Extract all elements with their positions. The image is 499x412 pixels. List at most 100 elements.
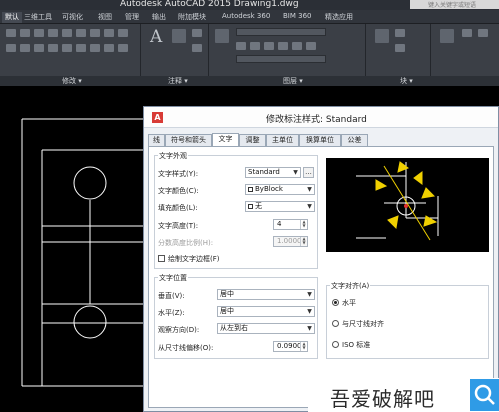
match-properties-icon[interactable] <box>462 29 472 37</box>
mirror-tool-icon[interactable] <box>76 29 86 37</box>
view-direction-value: 从左到右 <box>220 324 248 332</box>
ribbon-tab-manage[interactable]: 管理 <box>125 12 139 23</box>
rotate-tool-icon[interactable] <box>20 29 30 37</box>
stretch-tool-icon[interactable] <box>118 29 128 37</box>
offset-spinner[interactable]: 0.0900 ▲ ▼ <box>273 341 308 352</box>
ribbon-tab-autodesk360[interactable]: Autodesk 360 <box>222 12 270 23</box>
array-tool-icon[interactable] <box>20 44 30 52</box>
align-iso-radio[interactable] <box>332 341 339 348</box>
offset-label: 从尺寸线偏移(O): <box>158 344 214 352</box>
create-block-icon[interactable] <box>395 29 405 37</box>
horizontal-dropdown[interactable]: 居中 ▼ <box>217 306 315 317</box>
tab-alternate-units[interactable]: 换算单位 <box>299 134 341 146</box>
tab-symbols-arrows[interactable]: 符号和箭头 <box>165 134 212 146</box>
layer-current-icon[interactable] <box>306 42 316 50</box>
text-height-spinner[interactable]: 4 ▲ ▼ <box>273 219 308 230</box>
chamfer-tool-icon[interactable] <box>90 44 100 52</box>
search-box[interactable]: 键入关键字或短语 <box>410 0 499 9</box>
extend-tool-icon[interactable] <box>48 44 58 52</box>
fill-color-dropdown[interactable]: 无 ▼ <box>245 201 315 212</box>
fraction-height-scale-label: 分数高度比例(H): <box>158 239 214 247</box>
text-style-browse-button[interactable]: ... <box>303 167 314 178</box>
spinner-arrows-icon[interactable]: ▲ ▼ <box>300 220 307 229</box>
tab-fit[interactable]: 调整 <box>239 134 266 146</box>
dimension-tool-icon[interactable] <box>172 29 186 43</box>
ribbon-tab-featured-apps[interactable]: 精选应用 <box>325 12 353 23</box>
layer-dropdown[interactable] <box>236 28 326 36</box>
leader-tool-icon[interactable] <box>192 29 202 37</box>
break-tool-icon[interactable] <box>62 44 72 52</box>
align-tool-icon[interactable] <box>118 44 128 52</box>
align-horizontal-radio[interactable] <box>332 299 339 306</box>
dimension-preview <box>326 158 489 252</box>
draw-frame-checkbox[interactable] <box>158 255 165 262</box>
text-color-label: 文字颜色(C): <box>158 187 199 195</box>
layer-properties-icon[interactable] <box>215 29 229 43</box>
offset-tool-icon[interactable] <box>34 44 44 52</box>
autocad-window: Autodesk AutoCAD 2015 Drawing1.dwg 键入关键字… <box>0 0 499 412</box>
ribbon-panel-labels: 修改 ▾ 注释 ▾ 图层 ▾ 块 ▾ <box>0 76 499 86</box>
insert-block-icon[interactable] <box>375 29 389 43</box>
ribbon-tab-output[interactable]: 输出 <box>152 12 166 23</box>
panel-label-layers[interactable]: 图层 ▾ <box>283 76 303 86</box>
panel-label-modify[interactable]: 修改 ▾ <box>62 76 82 86</box>
erase-tool-icon[interactable] <box>48 29 58 37</box>
spinner-arrows-icon[interactable]: ▲ ▼ <box>300 237 307 246</box>
text-color-dropdown[interactable]: ByBlock ▼ <box>245 184 315 195</box>
vertical-value: 居中 <box>220 290 234 298</box>
scale-tool-icon[interactable] <box>6 44 16 52</box>
chevron-down-icon: ▼ <box>307 186 312 193</box>
text-height-label: 文字高度(T): <box>158 222 199 230</box>
ribbon-tab-view[interactable]: 视图 <box>98 12 112 23</box>
chevron-down-icon: ▼ <box>307 308 312 315</box>
layer-freeze-icon[interactable] <box>264 42 274 50</box>
ribbon-tab-home[interactable]: 默认 <box>2 12 22 23</box>
copy-tool-icon[interactable] <box>62 29 72 37</box>
move-tool-icon[interactable] <box>6 29 16 37</box>
panel-label-annotation[interactable]: 注释 ▾ <box>168 76 188 86</box>
vertical-dropdown[interactable]: 居中 ▼ <box>217 289 315 300</box>
tab-lines[interactable]: 线 <box>148 134 165 146</box>
group-icon[interactable] <box>478 29 488 37</box>
fraction-height-scale-value: 1.0000 <box>277 237 302 245</box>
ribbon-tab-bim360[interactable]: BIM 360 <box>283 12 312 23</box>
layer-lock-icon[interactable] <box>278 42 288 50</box>
dialog-title: 修改标注样式: Standard <box>266 115 367 125</box>
ribbon-tab-visualize[interactable]: 可视化 <box>62 12 83 23</box>
layer-isolate-icon[interactable] <box>250 42 260 50</box>
text-tool-icon[interactable]: A <box>150 27 162 47</box>
join-tool-icon[interactable] <box>76 44 86 52</box>
view-direction-dropdown[interactable]: 从左到右 ▼ <box>217 323 315 334</box>
tab-tolerances[interactable]: 公差 <box>341 134 368 146</box>
tab-primary-units[interactable]: 主单位 <box>266 134 299 146</box>
dialog-title-bar[interactable]: A 修改标注样式: Standard <box>144 107 498 128</box>
ribbon-panel-area: A <box>0 24 499 76</box>
drawing-circle <box>73 305 107 339</box>
fraction-height-scale-spinner[interactable]: 1.0000 ▲ ▼ <box>273 236 308 247</box>
layer-state-dropdown[interactable] <box>236 55 326 63</box>
lengthen-tool-icon[interactable] <box>104 44 114 52</box>
ribbon-tab-addins[interactable]: 附加模块 <box>178 12 206 23</box>
layer-match-icon[interactable] <box>292 42 302 50</box>
tab-text[interactable]: 文字 <box>212 133 239 147</box>
spinner-arrows-icon[interactable]: ▲ ▼ <box>300 342 307 351</box>
chevron-down-icon: ▼ <box>307 203 312 210</box>
panel-label-block[interactable]: 块 ▾ <box>400 76 413 86</box>
ribbon-tab-3d-tools[interactable]: 三维工具 <box>24 12 52 23</box>
layer-off-icon[interactable] <box>236 42 246 50</box>
align-with-dimline-radio[interactable] <box>332 320 339 327</box>
fillet-tool-icon[interactable] <box>90 29 100 37</box>
explode-tool-icon[interactable] <box>104 29 114 37</box>
properties-icon[interactable] <box>440 29 454 43</box>
center-mark-icon <box>404 204 408 208</box>
text-style-value: Standard <box>248 168 280 176</box>
search-input[interactable]: 键入关键字或短语 <box>428 0 476 9</box>
trim-tool-icon[interactable] <box>34 29 44 37</box>
text-tab-page: 文字外观 文字样式(Y): Standard ▼ ... 文字颜色(C): By… <box>148 146 494 408</box>
search-icon <box>470 379 499 411</box>
vertical-label: 垂直(V): <box>158 292 185 300</box>
text-placement-label: 文字位置 <box>158 273 188 283</box>
text-style-dropdown[interactable]: Standard ▼ <box>245 167 301 178</box>
table-tool-icon[interactable] <box>192 44 202 52</box>
edit-block-icon[interactable] <box>395 44 405 52</box>
